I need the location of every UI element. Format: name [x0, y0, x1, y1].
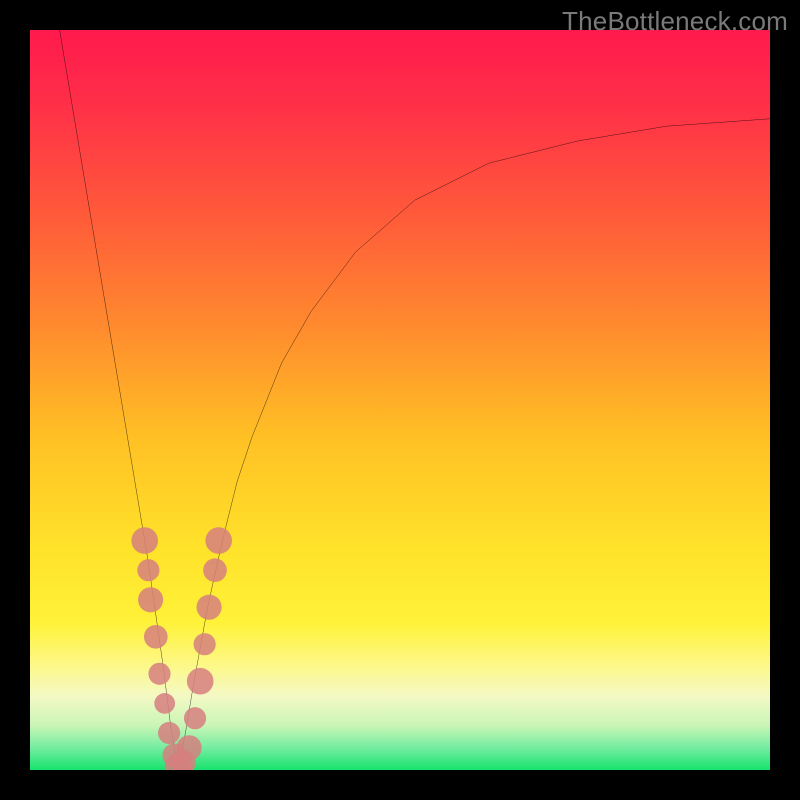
curve-marker	[187, 668, 214, 695]
chart-svg	[30, 30, 770, 770]
marker-group	[131, 527, 232, 770]
curve-marker	[154, 693, 175, 714]
curve-marker	[138, 587, 163, 612]
bottleneck-curve	[60, 30, 770, 770]
watermark-label: TheBottleneck.com	[562, 6, 788, 37]
curve-marker	[131, 527, 158, 554]
curve-marker	[197, 595, 222, 620]
curve-marker	[177, 735, 202, 760]
curve-marker	[184, 707, 206, 729]
curve-marker	[144, 625, 168, 649]
curve-marker	[194, 633, 216, 655]
plot-area	[30, 30, 770, 770]
curve-marker	[158, 722, 180, 744]
curve-marker	[148, 663, 170, 685]
curve-marker	[137, 559, 159, 581]
curve-marker	[203, 558, 227, 582]
curve-marker	[205, 527, 232, 554]
chart-frame: TheBottleneck.com	[0, 0, 800, 800]
